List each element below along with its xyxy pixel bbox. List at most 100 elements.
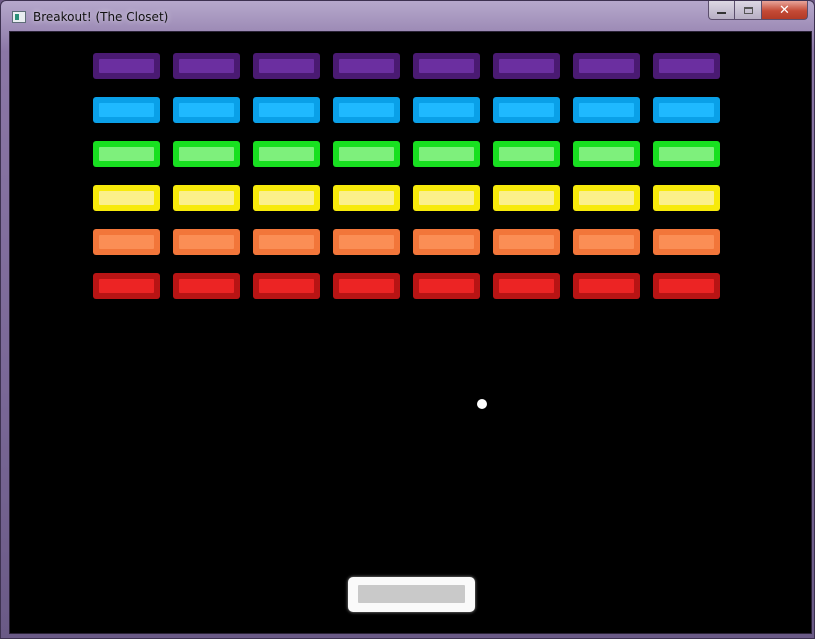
ball [477, 399, 487, 409]
brick-green [653, 141, 720, 167]
brick-core [419, 279, 474, 293]
brick-green [173, 141, 240, 167]
brick-core [579, 59, 634, 73]
brick-core [659, 279, 714, 293]
brick-yellow [253, 185, 320, 211]
brick-core [659, 59, 714, 73]
window-title: Breakout! (The Closet) [33, 10, 169, 24]
brick-core [339, 235, 394, 249]
brick-core [339, 147, 394, 161]
brick-yellow [93, 185, 160, 211]
brick-blue [493, 97, 560, 123]
brick-core [499, 147, 554, 161]
brick-green [573, 141, 640, 167]
brick-core [579, 235, 634, 249]
brick-core [179, 279, 234, 293]
brick-red [653, 273, 720, 299]
brick-yellow [173, 185, 240, 211]
brick-green [253, 141, 320, 167]
brick-orange [413, 229, 480, 255]
brick-green [93, 141, 160, 167]
brick-core [579, 147, 634, 161]
brick-yellow [573, 185, 640, 211]
brick-orange [493, 229, 560, 255]
brick-core [99, 103, 154, 117]
brick-core [179, 235, 234, 249]
brick-core [419, 147, 474, 161]
brick-core [579, 103, 634, 117]
brick-red [253, 273, 320, 299]
brick-orange [573, 229, 640, 255]
brick-purple [413, 53, 480, 79]
brick-core [579, 279, 634, 293]
brick-core [659, 103, 714, 117]
brick-core [499, 279, 554, 293]
brick-core [499, 191, 554, 205]
brick-core [419, 235, 474, 249]
brick-purple [253, 53, 320, 79]
brick-green [333, 141, 400, 167]
close-button[interactable]: ✕ [762, 1, 808, 20]
brick-core [499, 59, 554, 73]
brick-blue [653, 97, 720, 123]
brick-orange [253, 229, 320, 255]
brick-orange [333, 229, 400, 255]
brick-blue [93, 97, 160, 123]
game-canvas[interactable] [10, 32, 811, 633]
brick-core [339, 103, 394, 117]
app-window: Breakout! (The Closet) ✕ [0, 0, 815, 639]
caption-buttons: ✕ [708, 1, 808, 23]
brick-core [99, 279, 154, 293]
minimize-button[interactable] [708, 1, 735, 20]
brick-core [179, 103, 234, 117]
brick-purple [653, 53, 720, 79]
maximize-button[interactable] [735, 1, 762, 20]
brick-core [179, 59, 234, 73]
brick-core [259, 235, 314, 249]
brick-blue [573, 97, 640, 123]
brick-red [173, 273, 240, 299]
brick-green [493, 141, 560, 167]
brick-core [419, 103, 474, 117]
brick-core [99, 235, 154, 249]
paddle[interactable] [348, 577, 475, 612]
brick-red [493, 273, 560, 299]
brick-yellow [493, 185, 560, 211]
brick-green [413, 141, 480, 167]
brick-blue [173, 97, 240, 123]
close-icon: ✕ [779, 2, 790, 18]
brick-core [99, 147, 154, 161]
brick-core [419, 191, 474, 205]
brick-red [573, 273, 640, 299]
brick-core [259, 147, 314, 161]
brick-core [99, 191, 154, 205]
brick-core [259, 279, 314, 293]
brick-core [499, 103, 554, 117]
brick-purple [173, 53, 240, 79]
brick-core [659, 235, 714, 249]
maximize-icon [743, 6, 753, 14]
brick-core [659, 147, 714, 161]
brick-orange [93, 229, 160, 255]
brick-core [99, 59, 154, 73]
brick-purple [493, 53, 560, 79]
minimize-icon [717, 11, 726, 14]
brick-core [339, 279, 394, 293]
brick-core [339, 191, 394, 205]
brick-core [499, 235, 554, 249]
brick-core [419, 59, 474, 73]
brick-blue [333, 97, 400, 123]
brick-core [259, 191, 314, 205]
brick-core [179, 191, 234, 205]
brick-yellow [413, 185, 480, 211]
brick-red [413, 273, 480, 299]
brick-core [579, 191, 634, 205]
title-bar[interactable]: Breakout! (The Closet) ✕ [1, 1, 814, 33]
brick-purple [333, 53, 400, 79]
app-window-icon[interactable] [12, 11, 26, 23]
brick-blue [253, 97, 320, 123]
brick-yellow [653, 185, 720, 211]
brick-core [259, 103, 314, 117]
paddle-core [358, 585, 465, 603]
brick-orange [173, 229, 240, 255]
